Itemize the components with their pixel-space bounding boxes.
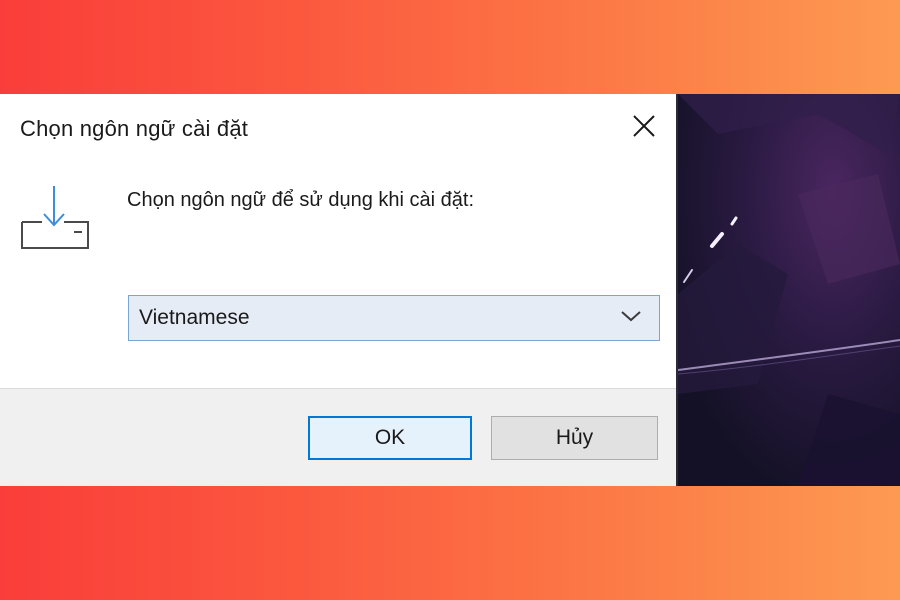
language-prompt: Chọn ngôn ngữ để sử dụng khi cài đặt: — [127, 189, 475, 211]
install-download-icon — [18, 184, 92, 250]
language-dialog: Chọn ngôn ngữ cài đặt Chọn ngôn ngữ để s… — [0, 94, 678, 486]
close-icon — [632, 114, 656, 143]
close-button[interactable] — [620, 108, 668, 148]
chevron-down-icon — [619, 309, 659, 328]
dialog-title: Chọn ngôn ngữ cài đặt — [20, 116, 249, 141]
language-select[interactable]: Vietnamese — [128, 295, 660, 341]
screenshot-region: Chọn ngôn ngữ cài đặt Chọn ngôn ngữ để s… — [0, 94, 900, 486]
desktop-background — [678, 94, 900, 486]
language-select-value: Vietnamese — [139, 306, 250, 329]
dialog-button-bar: OK Hủy — [0, 388, 676, 486]
cancel-button[interactable]: Hủy — [491, 416, 658, 460]
ok-button[interactable]: OK — [308, 416, 472, 460]
